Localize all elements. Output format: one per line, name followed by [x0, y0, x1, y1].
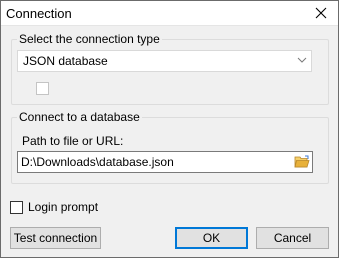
- close-button[interactable]: [304, 1, 338, 25]
- path-input[interactable]: D:\Downloads\database.json: [17, 151, 313, 173]
- title-bar[interactable]: Connection: [1, 1, 338, 26]
- close-icon: [315, 7, 327, 19]
- browse-button[interactable]: [293, 153, 311, 171]
- connection-dialog: Connection Select the connection type JS…: [0, 0, 339, 258]
- database-group: Connect to a database Path to file or UR…: [11, 110, 329, 184]
- folder-open-icon: [294, 155, 310, 168]
- connection-type-value: JSON database: [23, 54, 108, 68]
- connection-type-group: Select the connection type JSON database: [11, 32, 329, 105]
- cancel-button[interactable]: Cancel: [256, 227, 329, 249]
- connection-option-checkbox[interactable]: [36, 82, 49, 95]
- login-prompt-checkbox[interactable]: [10, 201, 23, 214]
- ok-button[interactable]: OK: [175, 227, 248, 249]
- database-legend: Connect to a database: [17, 110, 142, 124]
- connection-type-combobox[interactable]: JSON database: [17, 50, 312, 72]
- path-value: D:\Downloads\database.json: [21, 155, 174, 169]
- login-prompt-label[interactable]: Login prompt: [28, 200, 98, 214]
- chevron-down-icon: [297, 57, 307, 63]
- window-title: Connection: [6, 6, 72, 21]
- test-connection-button[interactable]: Test connection: [10, 227, 101, 249]
- connection-type-legend: Select the connection type: [17, 32, 162, 46]
- path-label: Path to file or URL:: [22, 134, 124, 148]
